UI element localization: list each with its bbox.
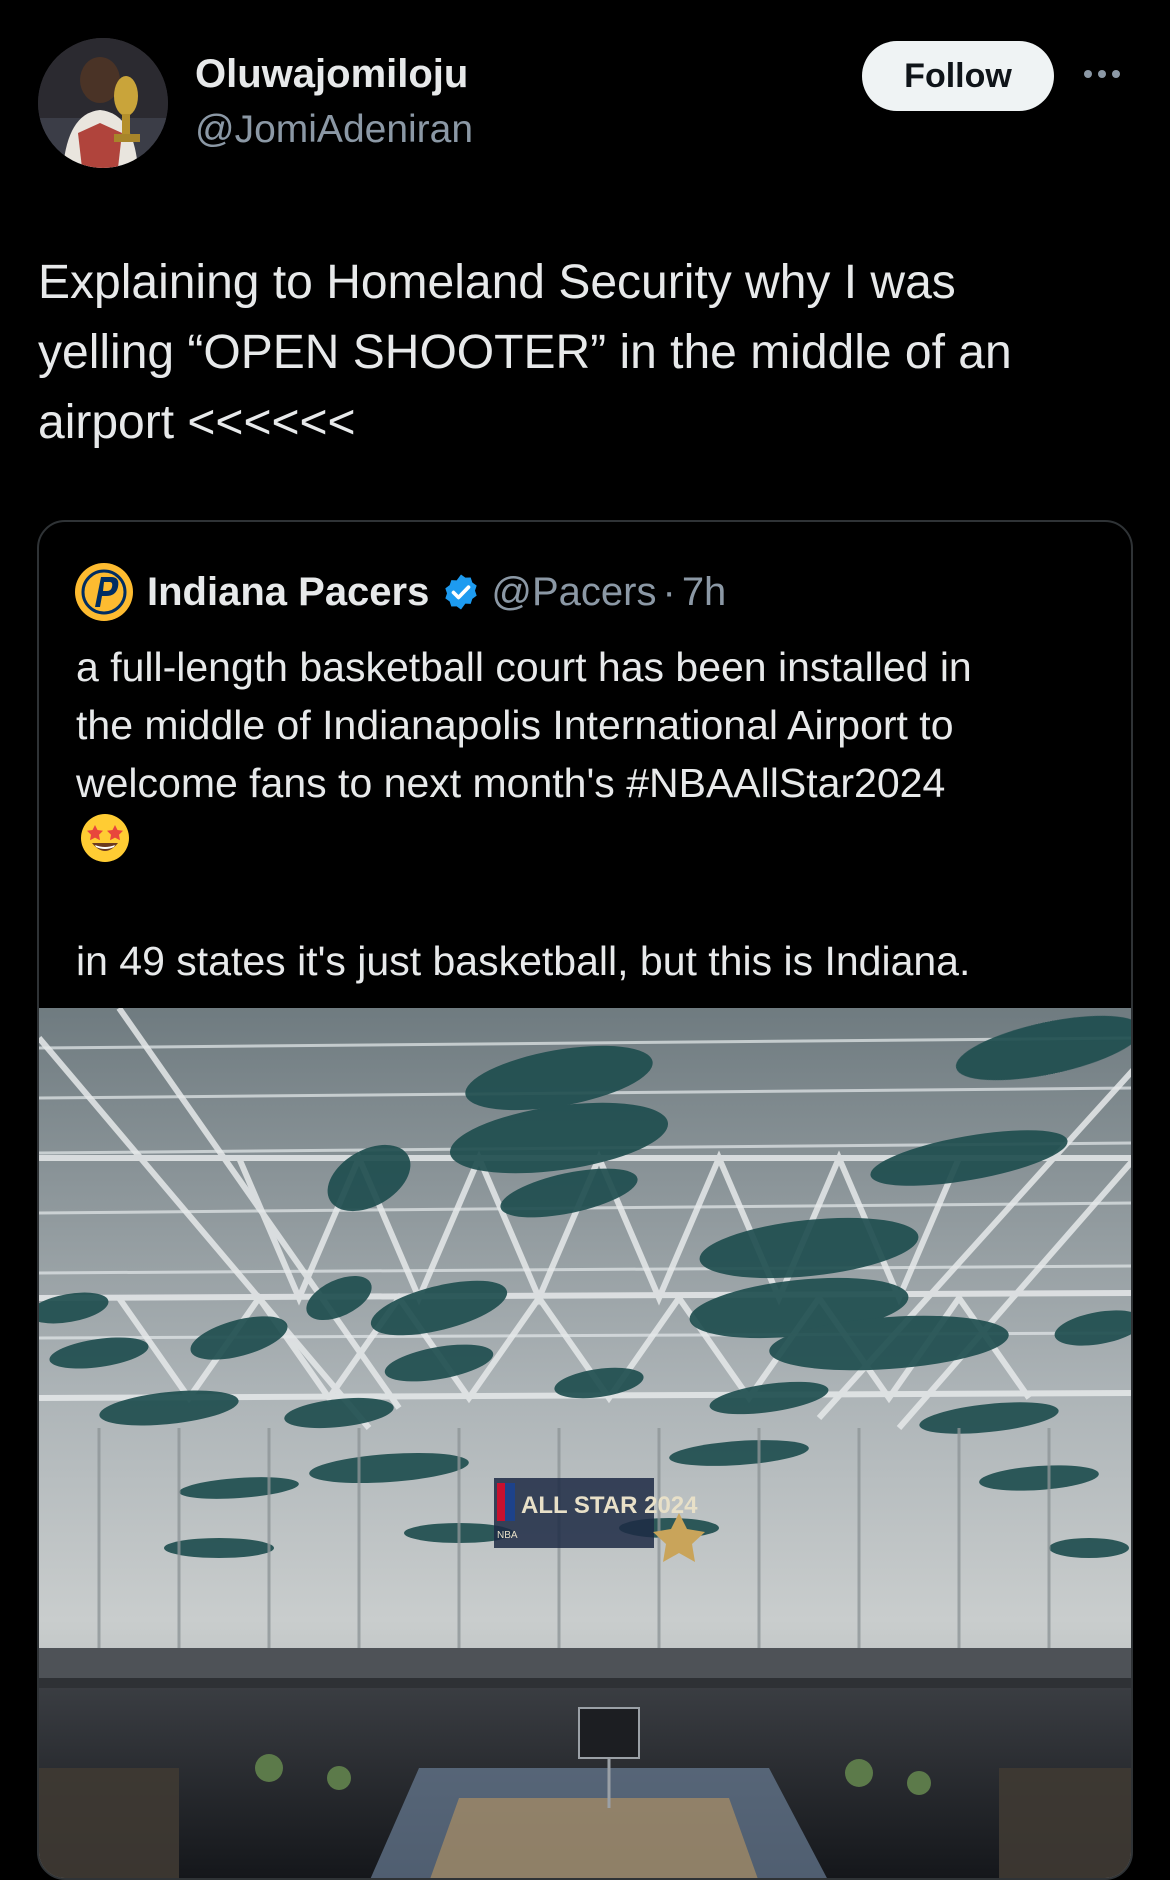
quoted-tweet-text-2: in 49 states it's just basketball, but t… xyxy=(76,938,971,984)
verified-badge-icon xyxy=(445,574,478,610)
airport-photo[interactable]: ALL STAR 2024 NBA xyxy=(39,1008,1131,1878)
author-display-name[interactable]: Oluwajomiloju xyxy=(195,52,468,97)
author-handle[interactable]: @JomiAdeniran xyxy=(195,108,473,152)
quoted-display-name[interactable]: Indiana Pacers xyxy=(147,570,429,615)
quoted-timestamp[interactable]: 7h xyxy=(682,570,727,615)
pacers-logo-icon xyxy=(75,563,133,621)
quoted-handle[interactable]: @Pacers xyxy=(491,570,656,615)
quoted-tweet-header: Indiana Pacers @Pacers · 7h xyxy=(75,562,726,622)
quoted-separator: · xyxy=(662,569,676,614)
tweet-text: Explaining to Homeland Security why I wa… xyxy=(38,256,1012,449)
more-options-icon[interactable] xyxy=(1084,62,1128,86)
quoted-tweet-text: a full-length basketball court has been … xyxy=(76,644,972,806)
all-star-sign-text: ALL STAR 2024 xyxy=(521,1492,698,1519)
avatar[interactable] xyxy=(38,38,168,168)
quoted-tweet-card[interactable]: Indiana Pacers @Pacers · 7h a full-lengt… xyxy=(37,520,1133,1880)
nba-badge-text: NBA xyxy=(497,1530,518,1541)
follow-button[interactable]: Follow xyxy=(862,41,1054,111)
star-struck-emoji-icon xyxy=(81,814,129,862)
